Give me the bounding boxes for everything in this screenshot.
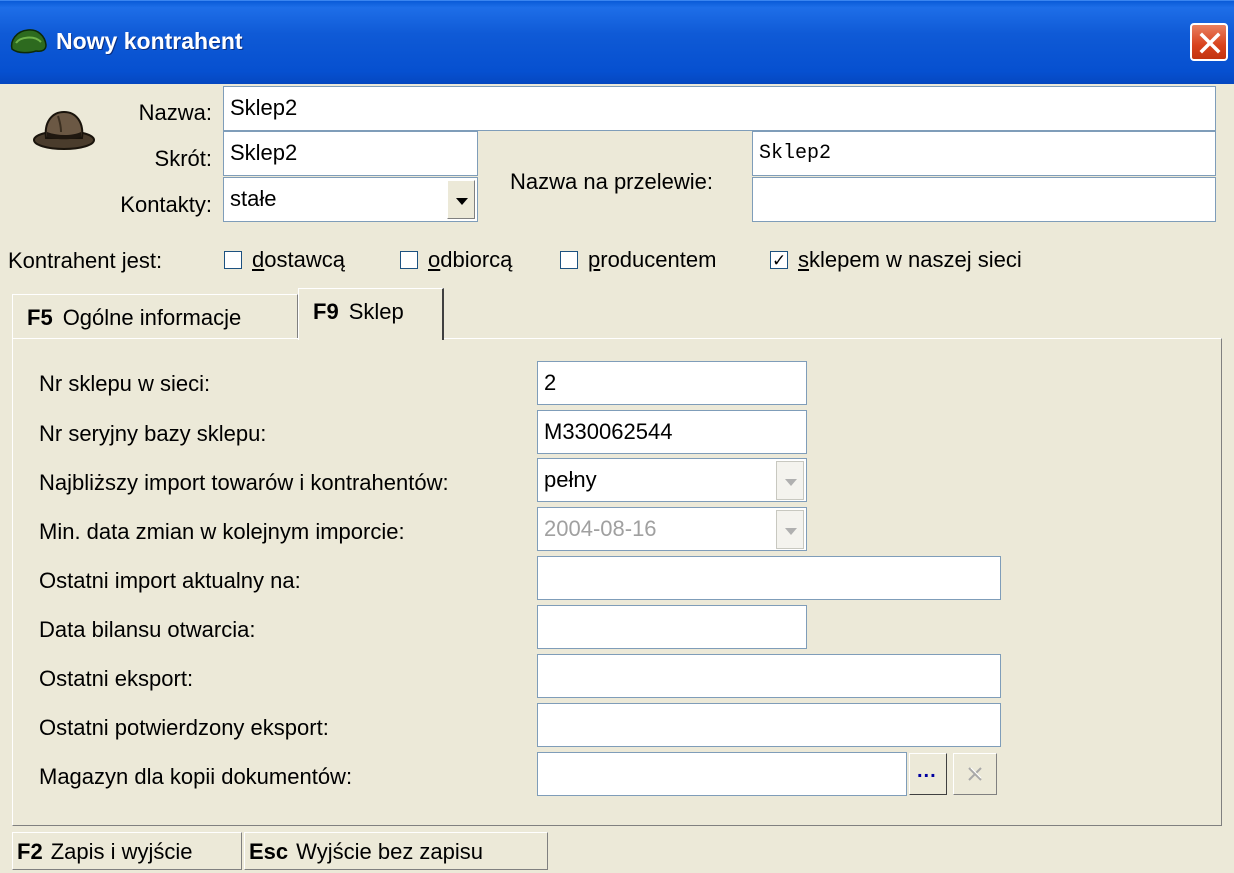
- tab-shop-label: Sklep: [348, 299, 404, 324]
- shop-number-input[interactable]: 2: [537, 361, 807, 405]
- transfer-name-line1-input[interactable]: Sklep2: [752, 131, 1216, 176]
- checkbox-box[interactable]: [224, 251, 242, 269]
- role-network-shop-label: sklepem w naszej sieci: [798, 247, 1022, 272]
- tab-shop-key: F9: [313, 299, 339, 324]
- role-producer-checkbox[interactable]: producentem: [560, 247, 716, 273]
- role-producer-label: producentem: [588, 247, 717, 272]
- tab-general-key: F5: [27, 305, 53, 330]
- fedora-hat-icon: [33, 110, 95, 150]
- min-date-value: 2004-08-16: [544, 516, 657, 541]
- role-label: Kontrahent jest:: [8, 248, 163, 273]
- last-import-label: Ostatni import aktualny na:: [39, 568, 301, 593]
- serial-number-input[interactable]: M330062544: [537, 410, 807, 454]
- tab-strip: F5 Ogólne informacje F9 Sklep: [0, 288, 1234, 340]
- warehouse-input[interactable]: [537, 752, 907, 796]
- save-and-exit-button[interactable]: F2 Zapis i wyjście: [12, 832, 242, 870]
- short-label: Skrót:: [154, 146, 212, 171]
- ellipsis-icon: ...: [917, 760, 937, 782]
- close-icon: [1199, 32, 1221, 54]
- warehouse-browse-button[interactable]: ...: [909, 753, 947, 795]
- min-date-dropdown-button[interactable]: [776, 510, 804, 549]
- opening-balance-date-label: Data bilansu otwarcia:: [39, 617, 256, 642]
- min-date-select[interactable]: 2004-08-16: [537, 507, 807, 551]
- confirmed-export-label: Ostatni potwierdzony eksport:: [39, 715, 329, 740]
- title-bar: Nowy kontrahent: [0, 0, 1234, 84]
- window-client-area: Nazwa: Sklep2 Skrót: Sklep2 Kontakty: st…: [0, 84, 1234, 873]
- exit-label: Wyjście bez zapisu: [296, 839, 484, 864]
- transfer-name-label: Nazwa na przelewie:: [510, 169, 713, 194]
- function-key-bar: F2 Zapis i wyjście Esc Wyjście bez zapisu: [0, 828, 1234, 873]
- warehouse-clear-button[interactable]: [953, 753, 997, 795]
- last-export-label: Ostatni eksport:: [39, 666, 194, 691]
- contacts-select[interactable]: stałe: [223, 177, 478, 222]
- contacts-dropdown-button[interactable]: [447, 180, 475, 219]
- shop-number-label: Nr sklepu w sieci:: [39, 371, 211, 396]
- role-customer-label: odbiorcą: [428, 247, 513, 272]
- chevron-down-icon: [785, 528, 797, 535]
- tab-general-label: Ogólne informacje: [62, 305, 242, 330]
- exit-key: Esc: [249, 839, 289, 864]
- checkmark-icon: ✓: [772, 251, 787, 270]
- opening-balance-date-input[interactable]: [537, 605, 807, 649]
- checkbox-box-checked[interactable]: ✓: [770, 251, 788, 269]
- window-title: Nowy kontrahent: [56, 28, 243, 54]
- contacts-label: Kontakty:: [120, 192, 212, 217]
- role-supplier-checkbox[interactable]: dostawcą: [224, 247, 345, 273]
- role-customer-checkbox[interactable]: odbiorcą: [400, 247, 512, 273]
- save-key: F2: [17, 839, 43, 864]
- role-network-shop-checkbox[interactable]: ✓ sklepem w naszej sieci: [770, 247, 1022, 273]
- shop-tab-panel: Nr sklepu w sieci: 2 Nr seryjny bazy skl…: [12, 338, 1222, 826]
- chevron-down-icon: [785, 479, 797, 486]
- next-import-select[interactable]: pełny: [537, 458, 807, 502]
- tab-shop[interactable]: F9 Sklep: [298, 288, 444, 340]
- close-button[interactable]: [1190, 23, 1228, 61]
- role-supplier-label: dostawcą: [252, 247, 345, 272]
- next-import-dropdown-button[interactable]: [776, 461, 804, 500]
- checkbox-box[interactable]: [400, 251, 418, 269]
- last-import-input[interactable]: [537, 556, 1001, 600]
- last-export-input[interactable]: [537, 654, 1001, 698]
- checkbox-box[interactable]: [560, 251, 578, 269]
- warehouse-label: Magazyn dla kopii dokumentów:: [39, 764, 353, 789]
- min-date-label: Min. data zmian w kolejnym imporcie:: [39, 519, 405, 544]
- serial-number-label: Nr seryjny bazy sklepu:: [39, 421, 267, 446]
- chevron-down-icon: [456, 198, 468, 205]
- tab-general-info[interactable]: F5 Ogólne informacje: [12, 294, 298, 338]
- transfer-name-line2-input[interactable]: [752, 177, 1216, 222]
- next-import-label: Najbliższy import towarów i kontrahentów…: [39, 470, 449, 495]
- contacts-select-value: stałe: [230, 186, 277, 211]
- next-import-value: pełny: [544, 467, 597, 492]
- short-input[interactable]: Sklep2: [223, 131, 478, 176]
- app-icon: [10, 29, 47, 54]
- name-label: Nazwa:: [138, 100, 212, 125]
- save-label: Zapis i wyjście: [50, 839, 193, 864]
- confirmed-export-input[interactable]: [537, 703, 1001, 747]
- name-input[interactable]: Sklep2: [223, 86, 1216, 131]
- clear-icon: [968, 767, 982, 781]
- exit-without-save-button[interactable]: Esc Wyjście bez zapisu: [244, 832, 548, 870]
